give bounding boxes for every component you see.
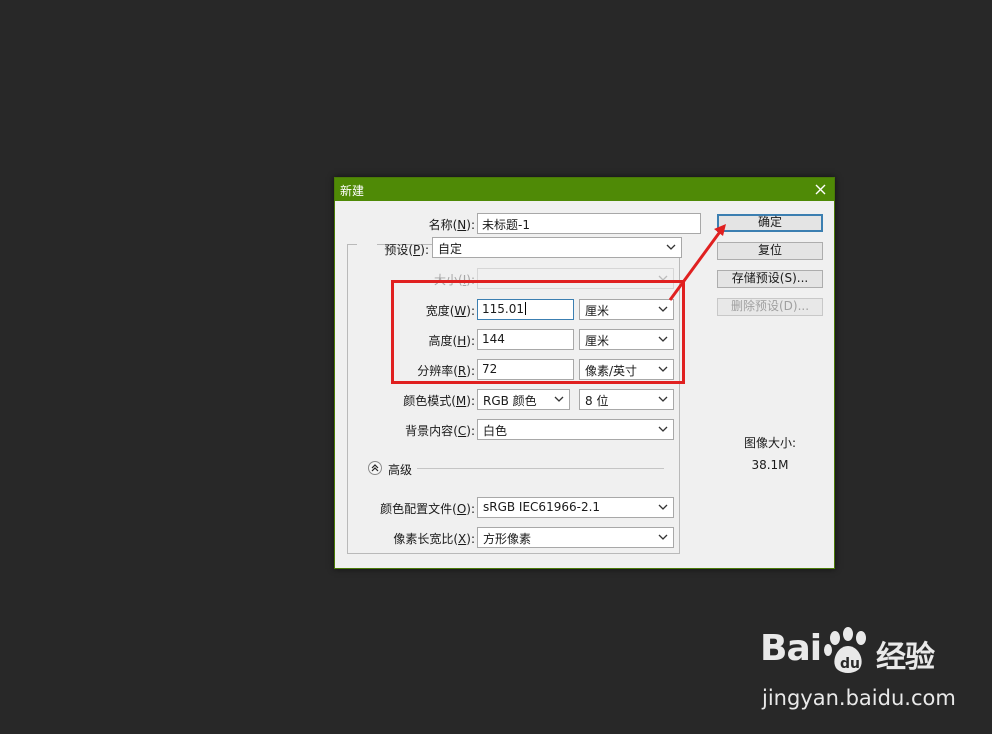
- dialog-titlebar[interactable]: 新建: [335, 178, 834, 201]
- resolution-label: 分辨率(R):: [417, 364, 475, 378]
- resolution-hotkey: R: [457, 364, 467, 378]
- baidu-paw-logo: du: [824, 627, 866, 673]
- chevron-down-icon: [658, 504, 668, 510]
- chevron-down-icon: [658, 396, 668, 402]
- save-preset-button[interactable]: 存储预设(S)...: [717, 270, 823, 288]
- image-size-value: 38.1M: [751, 458, 789, 472]
- name-input[interactable]: 未标题-1: [477, 213, 701, 234]
- bit-depth-value: 8 位: [585, 394, 609, 408]
- close-button[interactable]: [806, 178, 834, 201]
- advanced-label: 高级: [388, 463, 413, 477]
- width-label: 宽度(W):: [425, 304, 475, 318]
- height-unit-select[interactable]: 厘米: [579, 329, 674, 350]
- watermark-url: jingyan.baidu.com: [762, 686, 956, 710]
- resolution-input[interactable]: 72: [477, 359, 574, 380]
- close-icon: [815, 184, 825, 195]
- width-value: 115.01: [482, 302, 524, 316]
- advanced-toggle-button[interactable]: [368, 461, 382, 475]
- pixel-aspect-label-text: 像素长宽比: [393, 532, 454, 546]
- height-label-text: 高度: [428, 334, 453, 348]
- chevron-down-icon: [658, 366, 668, 372]
- preset-hotkey: P: [413, 243, 421, 257]
- color-profile-select[interactable]: sRGB IEC61966-2.1: [477, 497, 674, 518]
- dialog-title: 新建: [340, 184, 365, 198]
- reset-button[interactable]: 复位: [717, 242, 823, 260]
- preset-value: 自定: [438, 242, 463, 256]
- width-unit-select[interactable]: 厘米: [579, 299, 674, 320]
- color-profile-label-text: 颜色配置文件: [380, 502, 453, 516]
- background-label: 背景内容(C):: [405, 424, 475, 438]
- color-profile-hotkey: O: [456, 502, 467, 516]
- chevron-down-icon: [666, 244, 676, 250]
- resolution-label-text: 分辨率: [417, 364, 454, 378]
- chevron-up-double-icon: [371, 464, 379, 472]
- color-mode-label: 颜色模式(M):: [403, 394, 475, 408]
- preset-label-text: 预设: [384, 243, 409, 257]
- advanced-divider: [417, 468, 664, 469]
- background-value: 白色: [483, 424, 508, 438]
- text-caret: [525, 302, 526, 315]
- watermark-brand: Bai: [760, 628, 822, 669]
- image-size-label: 图像大小:: [743, 436, 797, 450]
- preset-select[interactable]: 自定: [432, 237, 682, 258]
- color-mode-hotkey: M: [455, 394, 467, 408]
- background-select[interactable]: 白色: [477, 419, 674, 440]
- size-hotkey: I: [462, 273, 467, 287]
- size-label-text: 大小: [434, 273, 459, 287]
- width-label-text: 宽度: [425, 304, 450, 318]
- pixel-aspect-hotkey: X: [458, 532, 467, 546]
- width-unit-value: 厘米: [585, 304, 610, 318]
- color-mode-label-text: 颜色模式: [403, 394, 452, 408]
- height-label: 高度(H):: [428, 334, 475, 348]
- name-hotkey: N: [457, 218, 467, 232]
- name-label: 名称(N):: [428, 218, 475, 232]
- new-document-dialog: 新建 名称(N): 未标题-1 预设(P): 自定 大小(I): 宽度(W): …: [334, 177, 835, 569]
- chevron-down-icon: [658, 534, 668, 540]
- height-hotkey: H: [457, 334, 467, 348]
- name-label-text: 名称: [428, 218, 453, 232]
- chevron-down-icon: [658, 306, 668, 312]
- width-input[interactable]: 115.01: [477, 299, 574, 320]
- pixel-aspect-value: 方形像素: [483, 532, 532, 546]
- color-mode-select[interactable]: RGB 颜色: [477, 389, 570, 410]
- pixel-aspect-label: 像素长宽比(X):: [393, 532, 475, 546]
- color-profile-label: 颜色配置文件(O):: [380, 502, 475, 516]
- chevron-down-icon: [658, 426, 668, 432]
- height-unit-value: 厘米: [585, 334, 610, 348]
- background-label-text: 背景内容: [405, 424, 454, 438]
- watermark-paw-text: du: [840, 656, 860, 672]
- width-hotkey: W: [454, 304, 467, 318]
- resolution-unit-value: 像素/英寸: [585, 364, 638, 378]
- baidu-jingyan-watermark: du Bai 经验 jingyan.baidu.com: [760, 627, 960, 718]
- pixel-aspect-select[interactable]: 方形像素: [477, 527, 674, 548]
- delete-preset-button: 删除预设(D)...: [717, 298, 823, 316]
- chevron-down-icon: [554, 396, 564, 402]
- preset-label: 预设(P):: [384, 243, 429, 257]
- resolution-unit-select[interactable]: 像素/英寸: [579, 359, 674, 380]
- bit-depth-select[interactable]: 8 位: [579, 389, 674, 410]
- height-input[interactable]: 144: [477, 329, 574, 350]
- chevron-down-icon: [658, 275, 668, 281]
- color-mode-value: RGB 颜色: [483, 394, 537, 408]
- color-profile-value: sRGB IEC61966-2.1: [483, 500, 601, 514]
- background-hotkey: C: [457, 424, 467, 438]
- ok-button[interactable]: 确定: [717, 214, 823, 232]
- chevron-down-icon: [658, 336, 668, 342]
- size-select: [477, 268, 674, 289]
- size-label: 大小(I):: [434, 273, 475, 287]
- watermark-suffix: 经验: [876, 640, 935, 675]
